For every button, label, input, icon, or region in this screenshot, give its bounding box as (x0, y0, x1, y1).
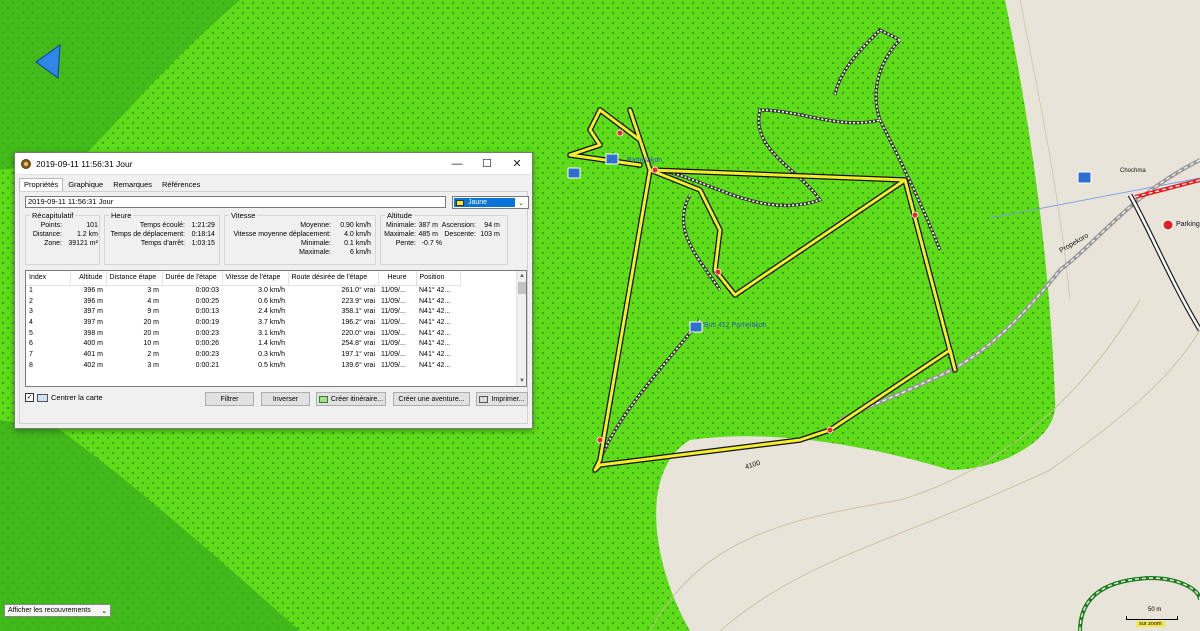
heure-row: Temps d'arrêt: 1:03:15 (140, 240, 215, 247)
overlay-select[interactable]: Afficher les recouvrements ⌄ (4, 604, 111, 617)
table-scrollbar[interactable]: ▲ ▼ (516, 271, 526, 386)
close-button[interactable]: ✕ (502, 153, 532, 175)
map-label-parking: Parking (1176, 221, 1200, 228)
print-button[interactable]: Imprimer... (476, 392, 528, 406)
heure-row: Temps écoulé: 1:21:29 (139, 222, 215, 229)
scale-label: 50 m (1148, 607, 1162, 613)
vitesse-row: Maximale: 6 km/h (299, 249, 371, 256)
center-map-checkbox-row[interactable]: ✓ Centrer la carte (25, 393, 103, 402)
table-row[interactable]: 5 398 m 20 m 0:00:23 3.1 km/h 220.0° vrai 11/0… (26, 328, 460, 339)
reverse-button[interactable]: Inverser (261, 392, 310, 406)
map-label-chochma: Chochma (1120, 168, 1146, 174)
create-route-label: Créer itinéraire... (330, 395, 384, 403)
table-row[interactable]: 8 402 m3 m 0:00:21 0.5 km/h 139.6° vrai 11/09… (26, 360, 460, 371)
tab-graphique[interactable]: Graphique (63, 178, 108, 191)
recap-row: Points: 101 (40, 222, 98, 229)
create-route-button[interactable]: Créer itinéraire... (316, 392, 386, 406)
chevron-down-icon: ⌄ (101, 607, 107, 615)
col-position[interactable]: Position (416, 271, 461, 286)
col-index[interactable]: Index (26, 271, 71, 286)
center-map-checkbox[interactable]: ✓ (25, 393, 34, 402)
altitude-row: Maximale: 485 m Descente: 103 m (384, 231, 500, 238)
group-vitesse-title: Vitesse (229, 211, 258, 220)
map-icon (37, 393, 48, 402)
filter-button[interactable]: Filtrer (205, 392, 254, 406)
maximize-button[interactable]: ☐ (472, 153, 502, 175)
map-label-pamelakon: Pamelakon (627, 157, 663, 164)
print-label: Imprimer... (491, 395, 525, 403)
group-recap: Récapitulatif Points: 101 Distance: 1.2 … (25, 211, 100, 265)
col-duree[interactable]: Durée de l'étape (162, 271, 223, 286)
scale-bar (1126, 616, 1178, 620)
table-row[interactable]: 3 397 m9 m 0:00:13 2.4 km/h 358.1° vrai 11/09… (26, 306, 460, 317)
scroll-up-icon[interactable]: ▲ (517, 271, 526, 281)
group-heure: Heure Temps écoulé: 1:21:29 Temps de dép… (104, 211, 220, 265)
center-map-label: Centrer la carte (51, 393, 103, 402)
track-name-input[interactable]: 2019-09-11 11:56:31 Jour (25, 196, 446, 208)
scroll-thumb[interactable] (518, 282, 526, 294)
tab-references[interactable]: Références (157, 178, 205, 191)
vitesse-row: Vitesse moyenne déplacement: 4.0 km/h (233, 231, 371, 238)
tab-bar: Propriétés Graphique Remarques Référence… (15, 175, 532, 191)
color-select-value: Jaune (454, 198, 515, 207)
color-select-label: Jaune (468, 199, 488, 206)
group-vitesse: Vitesse Moyenne: 0.90 km/h Vitesse moyen… (224, 211, 376, 265)
col-altitude[interactable]: Altitude (70, 271, 107, 286)
group-altitude: Altitude Minimale: 387 m Ascension: 94 m… (380, 211, 508, 265)
altitude-row: Pente: -0.7 % (395, 240, 442, 247)
trackpoint-table[interactable]: Index Altitude Distance étape Durée de l… (25, 270, 527, 387)
map-label-bus: Bus 412 Pamelakon (704, 322, 767, 329)
table-row[interactable]: 6 400 m 10 m 0:00:26 1.4 km/h 254.8° vrai 11/0… (26, 338, 460, 349)
tab-proprietes[interactable]: Propriétés (19, 178, 64, 191)
create-adventure-button[interactable]: Créer une aventure... (393, 392, 470, 406)
overlay-select-label: Afficher les recouvrements (8, 607, 91, 614)
col-heure[interactable]: Heure (378, 271, 417, 286)
col-vitesse[interactable]: Vitesse de l'étape (222, 271, 289, 286)
table-row[interactable]: 7 401 m2 m 0:00:23 0.3 km/h 197.1° vrai 11/09… (26, 349, 460, 360)
properties-panel: 2019-09-11 11:56:31 Jour Jaune ⌄ Récapit… (19, 191, 529, 424)
route-icon (318, 395, 328, 403)
scroll-down-icon[interactable]: ▼ (517, 376, 526, 386)
vitesse-row: Minimale: 0.1 km/h (301, 240, 371, 247)
map-scale: 50 m sur zoom (1120, 602, 1184, 628)
recap-row: Zone: 39121 m² (44, 240, 98, 247)
tab-remarques[interactable]: Remarques (108, 178, 157, 191)
app-icon (21, 158, 31, 169)
table-row[interactable]: 1 396 m3 m 0:00:03 3.0 km/h 261.0° vrai 11/09… (26, 285, 460, 296)
altitude-row: Minimale: 387 m Ascension: 94 m (386, 222, 500, 229)
heure-row: Temps de déplacement: 0:18:14 (110, 231, 215, 238)
track-properties-window[interactable]: 2019-09-11 11:56:31 Jour — ☐ ✕ Propriété… (14, 152, 533, 429)
window-title: 2019-09-11 11:56:31 Jour (36, 158, 133, 169)
group-altitude-title: Altitude (385, 211, 415, 220)
col-distance[interactable]: Distance étape (106, 271, 163, 286)
printer-icon (479, 395, 489, 403)
minimize-button[interactable]: — (442, 153, 472, 175)
table-row[interactable]: 4 397 m 20 m 0:00:19 3.7 km/h 196.2° vrai 11/0… (26, 317, 460, 328)
vitesse-row: Moyenne: 0.90 km/h (300, 222, 371, 229)
chevron-down-icon[interactable]: ⌄ (515, 199, 527, 207)
recap-row: Distance: 1.2 km (32, 231, 98, 238)
group-heure-title: Heure (109, 211, 134, 220)
group-recap-title: Récapitulatif (30, 211, 76, 220)
window-titlebar[interactable]: 2019-09-11 11:56:31 Jour — ☐ ✕ (15, 153, 532, 175)
color-select[interactable]: Jaune ⌄ (452, 196, 529, 209)
zoom-badge: sur zoom (1136, 621, 1165, 627)
color-swatch (456, 199, 464, 206)
table-header-row: Index Altitude Distance étape Durée de l… (26, 271, 461, 286)
table-row[interactable]: 2 396 m4 m 0:00:25 0.6 km/h 223.9° vrai 11/09… (26, 296, 460, 307)
col-route[interactable]: Route désirée de l'étape (288, 271, 379, 286)
